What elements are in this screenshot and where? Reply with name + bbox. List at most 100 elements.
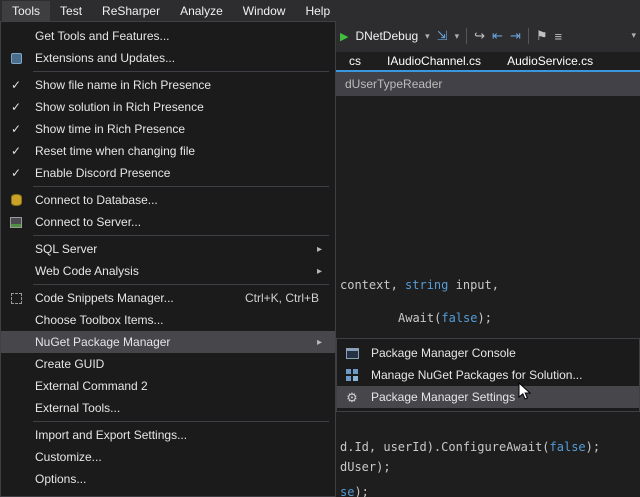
vs-ide-window: Tools Test ReSharper Analyze Window Help… [0,0,640,497]
standard-toolbar: ▶ DNetDebug ▾ ⇲ ▾ ↪ ⇤ ⇥ ⚑ ≡ [340,24,562,48]
main-menu-bar: Tools Test ReSharper Analyze Window Help [0,0,640,21]
code-text: dUser); [340,460,391,474]
mouse-cursor [518,382,531,401]
attach-dropdown-icon[interactable]: ▾ [455,31,460,42]
menu-separator [33,71,329,72]
unindent-icon[interactable]: ⇤ [492,28,503,44]
toolbar-separator [466,28,467,44]
submenu-arrow-icon: ▸ [317,337,335,348]
menubar-item-tools[interactable]: Tools [2,1,50,21]
tab-audioservice[interactable]: AudioService.cs [494,54,606,68]
menu-item-gutter [1,217,31,228]
menu-item-external-tools[interactable]: External Tools... [1,397,335,419]
tab-partial[interactable]: cs [336,54,374,68]
database-icon [11,194,22,206]
run-config-label[interactable]: DNetDebug [355,29,418,43]
menu-item-label: Customize... [31,450,335,464]
menu-item-show-file-name-rich-presence[interactable]: ✓Show file name in Rich Presence [1,74,335,96]
editor-breadcrumb-bar[interactable]: dUserTypeReader [336,72,640,96]
toolbar-overflow-icon[interactable]: ▾ [631,30,636,41]
run-config-dropdown-icon[interactable]: ▾ [425,31,430,42]
code-text: ); [477,311,491,325]
menu-item-connect-to-server[interactable]: Connect to Server... [1,211,335,233]
menu-item-gutter [1,293,31,304]
menu-item-nuget-package-manager[interactable]: NuGet Package Manager▸ [1,331,335,353]
menu-item-choose-toolbox-items[interactable]: Choose Toolbox Items... [1,309,335,331]
menu-item-get-tools-and-features[interactable]: Get Tools and Features... [1,25,335,47]
code-line: se); [340,485,369,497]
console-icon [346,348,359,359]
code-snippets-icon [11,293,22,304]
menu-item-label: Reset time when changing file [31,144,335,158]
menu-item-label: External Tools... [31,401,335,415]
document-tab-bar: cs IAudioChannel.cs AudioService.cs [336,52,640,70]
gear-icon: ⚙ [337,391,367,404]
code-line: dUser); [340,460,391,474]
menu-item-create-guid[interactable]: Create GUID [1,353,335,375]
menu-item-label: Import and Export Settings... [31,428,335,442]
attach-to-process-icon[interactable]: ⇲ [437,28,448,44]
code-keyword: string [405,278,448,292]
submenu-arrow-icon: ▸ [317,266,335,277]
menubar-item-test[interactable]: Test [50,1,92,21]
menubar-item-analyze[interactable]: Analyze [170,1,233,21]
tab-iaudiochannel[interactable]: IAudioChannel.cs [374,54,494,68]
menu-item-reset-time-when-changing-file[interactable]: ✓Reset time when changing file [1,140,335,162]
manage-packages-icon [346,369,358,381]
menu-item-shortcut: Ctrl+K, Ctrl+B [245,291,335,305]
menu-item-options[interactable]: Options... [1,468,335,490]
menu-separator [33,186,329,187]
checkmark-icon: ✓ [1,166,31,180]
menu-item-label: Code Snippets Manager... [31,291,245,305]
menu-item-label: Options... [31,472,335,486]
menu-item-import-and-export-settings[interactable]: Import and Export Settings... [1,424,335,446]
menu-item-label: Show time in Rich Presence [31,122,335,136]
menubar-item-help[interactable]: Help [295,1,340,21]
menu-item-sql-server[interactable]: SQL Server▸ [1,238,335,260]
code-keyword: false [550,440,586,454]
run-icon[interactable]: ▶ [340,30,348,43]
submenu-item-manage-nuget-packages[interactable]: Manage NuGet Packages for Solution... [337,364,639,386]
menu-item-label: Manage NuGet Packages for Solution... [367,368,639,382]
menu-item-gutter [337,369,367,381]
menu-item-external-command-2[interactable]: External Command 2 [1,375,335,397]
code-line: Await(false); [398,311,492,325]
checkmark-icon: ✓ [1,144,31,158]
code-text: context, [340,278,405,292]
submenu-item-package-manager-settings[interactable]: ⚙Package Manager Settings [337,386,639,408]
menu-item-connect-to-database[interactable]: Connect to Database... [1,189,335,211]
code-text: input, [448,278,499,292]
menu-item-label: External Command 2 [31,379,335,393]
extensions-icon [11,53,22,64]
checkmark-icon: ✓ [1,122,31,136]
menu-item-extensions-and-updates[interactable]: Extensions and Updates... [1,47,335,69]
menubar-item-window[interactable]: Window [233,1,296,21]
menu-item-code-snippets-manager[interactable]: Code Snippets Manager...Ctrl+K, Ctrl+B [1,287,335,309]
code-text: ); [354,485,368,497]
menu-item-gutter [1,53,31,64]
tools-menu-dropdown: Get Tools and Features... Extensions and… [0,21,336,497]
code-text: d.Id, userId).ConfigureAwait( [340,440,550,454]
menu-item-show-time-rich-presence[interactable]: ✓Show time in Rich Presence [1,118,335,140]
menu-item-label: Choose Toolbox Items... [31,313,335,327]
bookmark-icon[interactable]: ⚑ [536,28,548,44]
menu-separator [33,235,329,236]
task-list-icon[interactable]: ≡ [555,29,563,44]
menu-separator [33,421,329,422]
toolbar-separator [528,28,529,44]
code-text: ); [586,440,600,454]
menu-item-customize[interactable]: Customize... [1,446,335,468]
menu-item-gutter [1,194,31,206]
menu-item-enable-discord-presence[interactable]: ✓Enable Discord Presence [1,162,335,184]
menu-separator [33,284,329,285]
navigate-icon[interactable]: ↪ [474,28,485,44]
submenu-item-package-manager-console[interactable]: Package Manager Console [337,342,639,364]
menu-item-gutter [337,348,367,359]
menubar-item-resharper[interactable]: ReSharper [92,1,170,21]
menu-item-web-code-analysis[interactable]: Web Code Analysis▸ [1,260,335,282]
menu-item-label: Get Tools and Features... [31,29,335,43]
menu-item-show-solution-rich-presence[interactable]: ✓Show solution in Rich Presence [1,96,335,118]
indent-icon[interactable]: ⇥ [510,28,521,44]
menu-item-label: Package Manager Console [367,346,639,360]
breadcrumb-label: dUserTypeReader [345,77,442,91]
